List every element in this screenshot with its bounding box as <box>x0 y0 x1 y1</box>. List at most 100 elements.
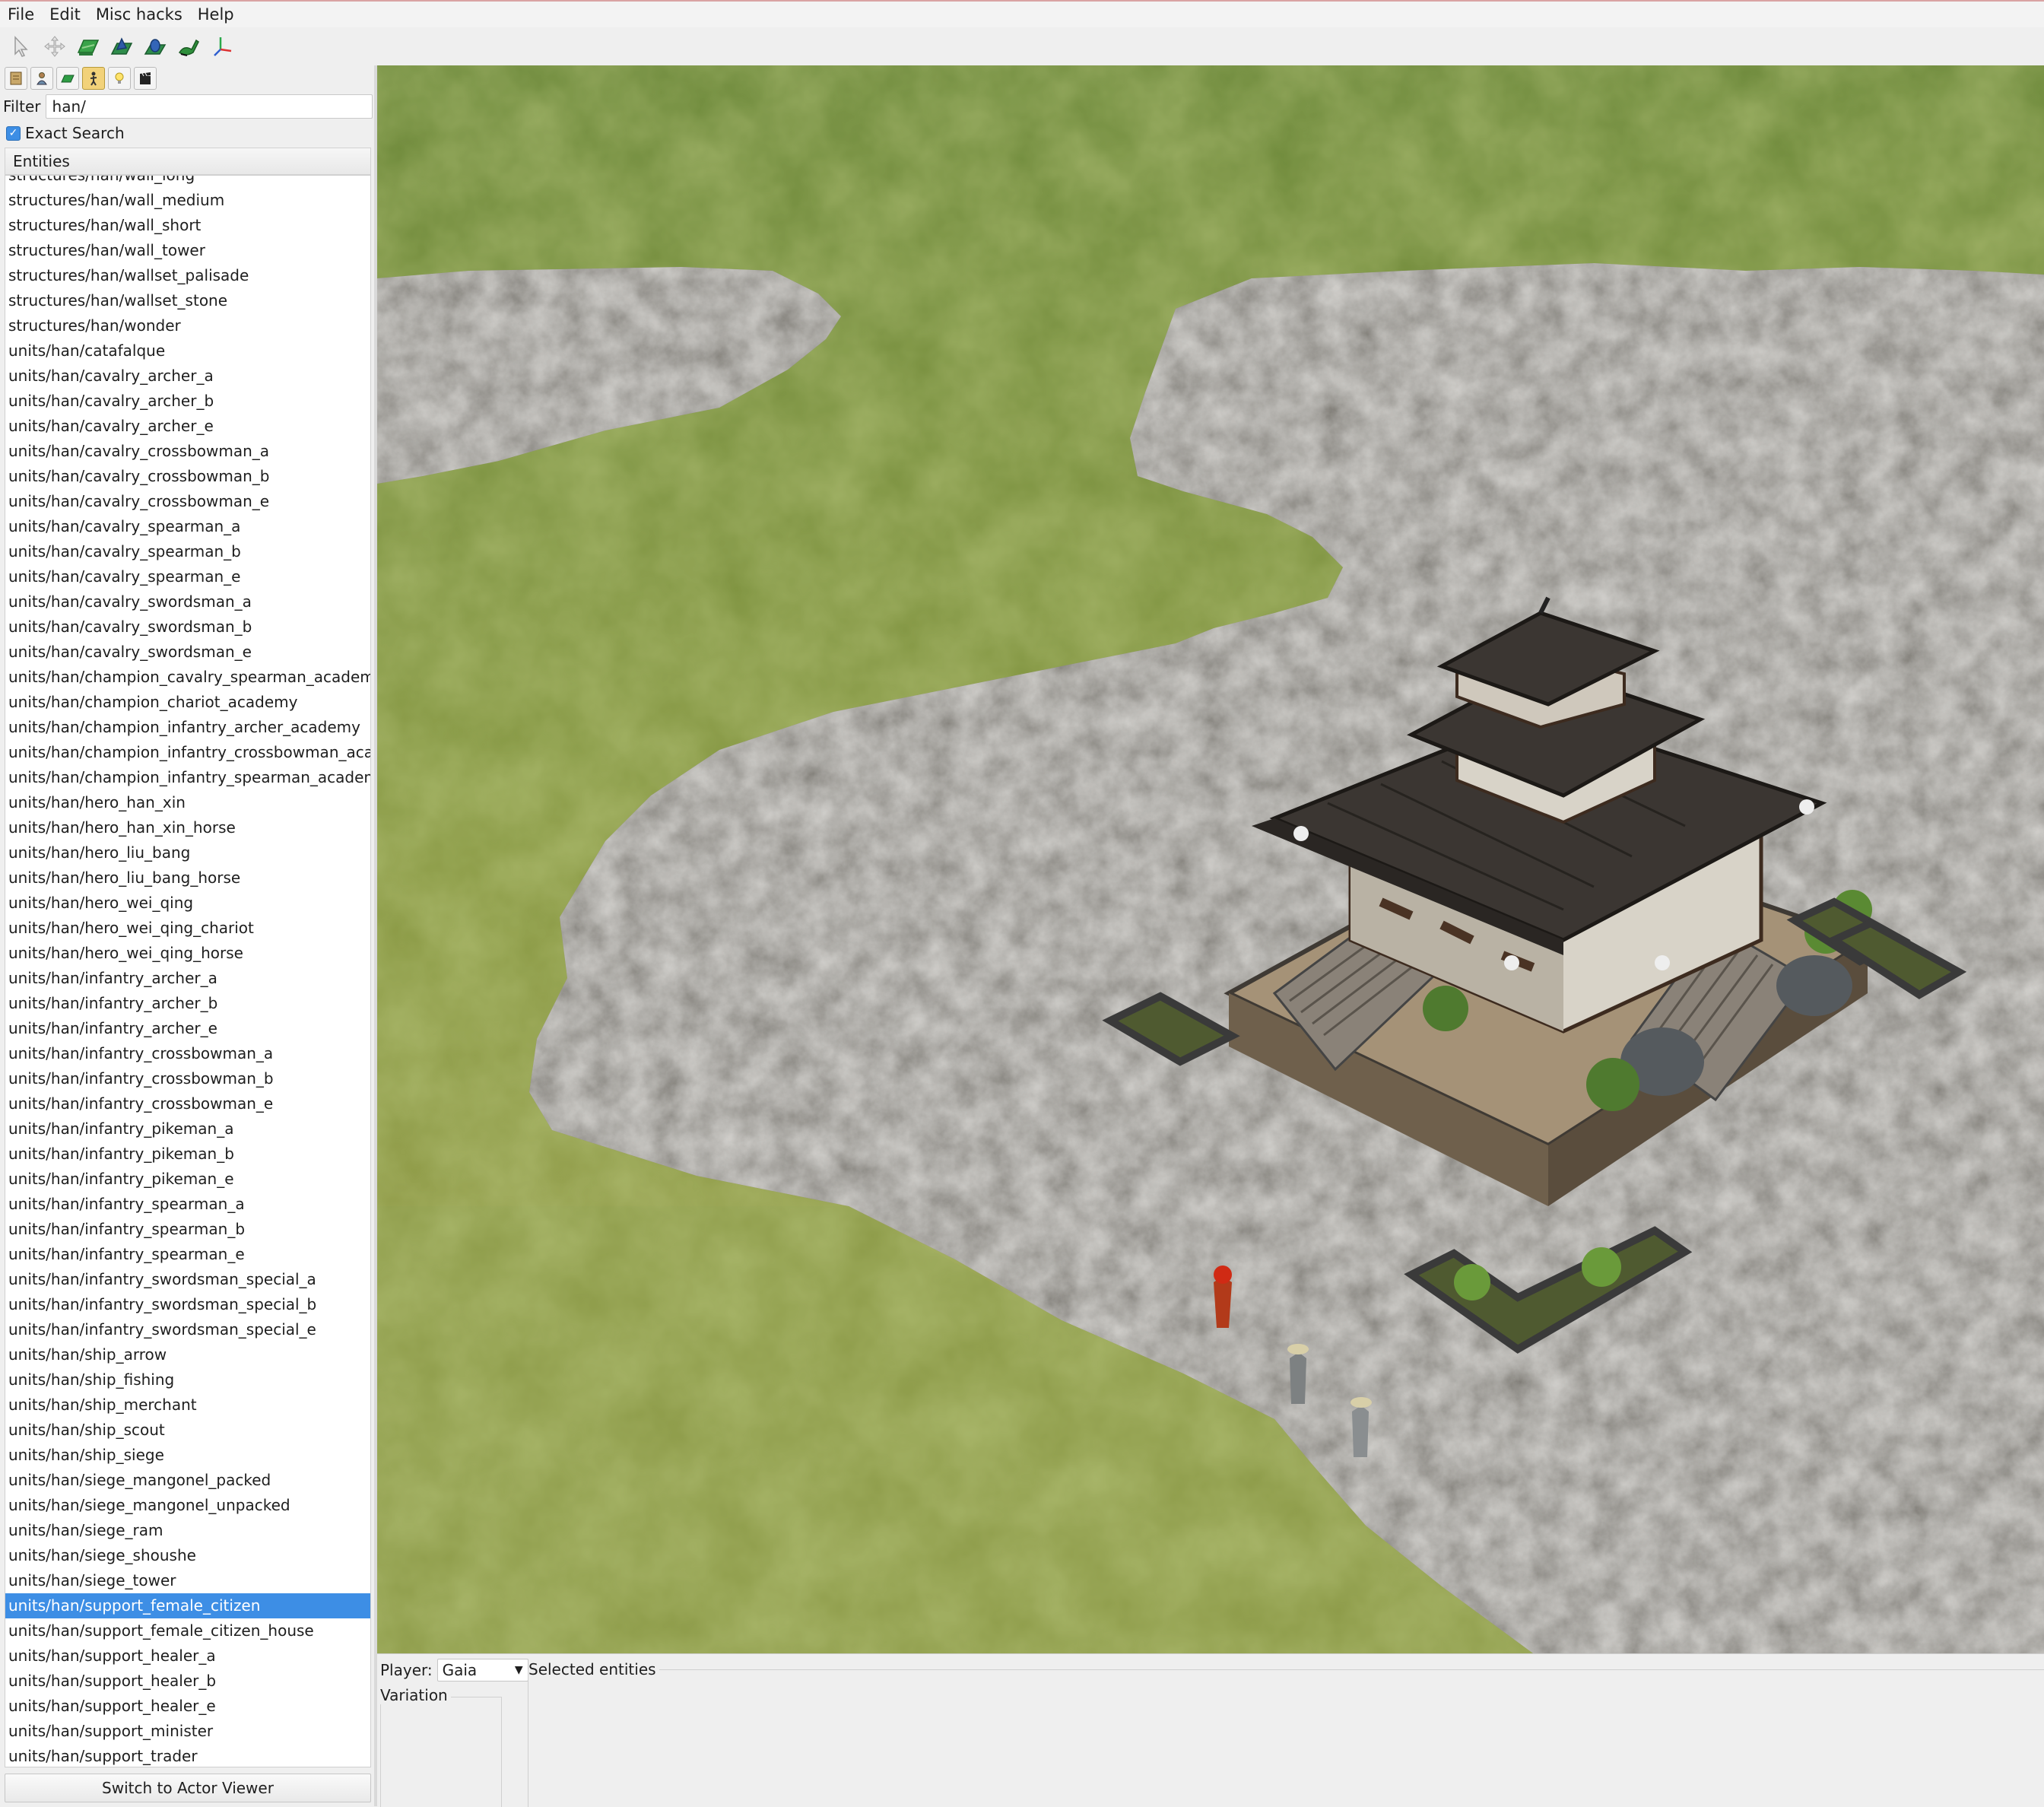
player-dropdown[interactable]: Gaia ▼ <box>436 1659 528 1682</box>
entity-list-item[interactable]: units/han/ship_fishing <box>5 1367 370 1393</box>
cinema-icon <box>140 72 151 84</box>
player-tab[interactable] <box>30 67 53 90</box>
entity-list-item[interactable]: structures/han/wall_tower <box>5 238 370 263</box>
entity-list-item[interactable]: units/han/ship_arrow <box>5 1342 370 1367</box>
entity-list-item[interactable]: units/han/cavalry_spearman_e <box>5 564 370 589</box>
entities-header[interactable]: Entities <box>5 148 371 175</box>
entity-list-item[interactable]: units/han/support_female_citizen <box>5 1593 370 1618</box>
object-tab[interactable] <box>82 67 105 90</box>
exact-search-label: Exact Search <box>25 124 125 142</box>
terrain-tab[interactable] <box>56 67 79 90</box>
entity-list-item[interactable]: units/han/ship_siege <box>5 1443 370 1468</box>
entity-list-item[interactable]: units/han/hero_wei_qing <box>5 891 370 916</box>
menu-misc-hacks[interactable]: Misc hacks <box>88 2 190 27</box>
axis-tool-button[interactable] <box>207 31 237 62</box>
entity-list-item[interactable]: units/han/infantry_spearman_b <box>5 1217 370 1242</box>
unit-grey-1[interactable] <box>1290 1352 1306 1404</box>
entity-list[interactable]: structures/han/wall_long structures/han/w… <box>5 175 371 1767</box>
entity-list-item[interactable]: units/han/champion_cavalry_spearman_acad… <box>5 665 370 690</box>
filter-input[interactable]: han/ <box>45 94 373 119</box>
switch-to-actor-viewer-button[interactable]: Switch to Actor Viewer <box>5 1774 371 1802</box>
unit-grey-2[interactable] <box>1352 1405 1369 1457</box>
select-icon <box>14 36 28 57</box>
entity-list-item[interactable]: units/han/ship_merchant <box>5 1393 370 1418</box>
cinema-tab[interactable] <box>134 67 157 90</box>
entity-list-item[interactable]: units/han/champion_infantry_archer_acade… <box>5 715 370 740</box>
entity-list-item[interactable]: units/han/siege_shoushe <box>5 1543 370 1568</box>
exact-search-checkbox[interactable]: ✓ <box>6 125 21 141</box>
entity-list-item[interactable]: structures/han/wallset_palisade <box>5 263 370 288</box>
entity-list-item[interactable]: units/han/hero_wei_qing_chariot <box>5 916 370 941</box>
entity-list-item[interactable]: units/han/infantry_crossbowman_a <box>5 1041 370 1066</box>
entity-list-item[interactable]: structures/han/wonder <box>5 313 370 338</box>
entity-list-item[interactable]: units/han/support_trader <box>5 1744 370 1767</box>
map-tab[interactable] <box>5 67 27 90</box>
entity-list-item[interactable]: units/han/cavalry_swordsman_a <box>5 589 370 615</box>
menu-file[interactable]: File <box>0 2 42 27</box>
entity-list-item[interactable]: units/han/infantry_archer_e <box>5 1016 370 1041</box>
entity-list-item[interactable]: units/han/support_healer_e <box>5 1694 370 1719</box>
bottom-panel: Player: Gaia ▼ Variation Selected entiti… <box>377 1653 2044 1807</box>
entity-list-item[interactable]: units/han/hero_han_xin_horse <box>5 815 370 840</box>
entity-list-item[interactable]: units/han/hero_liu_bang_horse <box>5 865 370 891</box>
entity-list-item[interactable]: structures/han/wall_long <box>5 176 370 188</box>
entity-list-item[interactable]: units/han/siege_mangonel_packed <box>5 1468 370 1493</box>
entity-list-item[interactable]: units/han/hero_han_xin <box>5 790 370 815</box>
terrain-tool-button[interactable] <box>73 31 103 62</box>
entity-list-item[interactable]: units/han/siege_ram <box>5 1518 370 1543</box>
entity-list-item[interactable]: units/han/support_healer_b <box>5 1669 370 1694</box>
entity-list-item[interactable]: units/han/champion_infantry_spearman_aca… <box>5 765 370 790</box>
entity-list-item[interactable]: units/han/cavalry_crossbowman_a <box>5 439 370 464</box>
environment-tab[interactable] <box>108 67 131 90</box>
smooth-tool-button[interactable] <box>140 31 170 62</box>
entity-list-item[interactable]: units/han/infantry_archer_b <box>5 991 370 1016</box>
entity-list-item[interactable]: units/han/cavalry_archer_a <box>5 364 370 389</box>
move-tool-button[interactable] <box>40 31 70 62</box>
entity-list-item[interactable]: units/han/infantry_pikeman_e <box>5 1167 370 1192</box>
entity-list-item[interactable]: units/han/siege_mangonel_unpacked <box>5 1493 370 1518</box>
variation-box <box>380 1697 502 1807</box>
entity-list-item[interactable]: units/han/infantry_crossbowman_b <box>5 1066 370 1091</box>
entity-list-item[interactable]: structures/han/wallset_stone <box>5 288 370 313</box>
elevation-tool-button[interactable] <box>106 31 137 62</box>
menu-edit[interactable]: Edit <box>42 2 88 27</box>
entity-list-item[interactable]: units/han/infantry_swordsman_special_e <box>5 1317 370 1342</box>
entity-list-item[interactable]: units/han/infantry_spearman_e <box>5 1242 370 1267</box>
scene-render <box>377 65 2044 1653</box>
menu-help[interactable]: Help <box>190 2 242 27</box>
entity-list-item[interactable]: units/han/hero_wei_qing_horse <box>5 941 370 966</box>
entity-list-item[interactable]: units/han/champion_infantry_crossbowman_… <box>5 740 370 765</box>
entity-list-item[interactable]: units/han/support_female_citizen_house <box>5 1618 370 1643</box>
entity-list-item[interactable]: units/han/support_healer_a <box>5 1643 370 1669</box>
entity-list-item[interactable]: structures/han/wall_short <box>5 213 370 238</box>
entity-list-item[interactable]: units/han/cavalry_swordsman_b <box>5 615 370 640</box>
entity-list-item[interactable]: units/han/support_minister <box>5 1719 370 1744</box>
entity-list-item[interactable]: units/han/cavalry_archer_b <box>5 389 370 414</box>
unit-red[interactable] <box>1214 1276 1232 1328</box>
entity-list-item[interactable]: units/han/infantry_pikeman_a <box>5 1116 370 1142</box>
paint-tool-button[interactable] <box>173 31 204 62</box>
smooth-icon <box>144 39 167 55</box>
entity-list-item[interactable]: units/han/cavalry_crossbowman_e <box>5 489 370 514</box>
entity-list-item[interactable]: units/han/infantry_spearman_a <box>5 1192 370 1217</box>
entity-list-item[interactable]: units/han/infantry_pikeman_b <box>5 1142 370 1167</box>
entity-list-item[interactable]: units/han/cavalry_spearman_a <box>5 514 370 539</box>
entity-list-item[interactable]: units/han/hero_liu_bang <box>5 840 370 865</box>
axis-icon <box>214 37 232 56</box>
entity-list-item[interactable]: units/han/champion_chariot_academy <box>5 690 370 715</box>
entity-list-item[interactable]: units/han/siege_tower <box>5 1568 370 1593</box>
entity-list-item[interactable]: units/han/infantry_swordsman_special_a <box>5 1267 370 1292</box>
select-tool-button[interactable] <box>6 31 36 62</box>
entity-list-item[interactable]: units/han/cavalry_crossbowman_b <box>5 464 370 489</box>
entity-list-item[interactable]: units/han/infantry_archer_a <box>5 966 370 991</box>
entity-list-item[interactable]: units/han/infantry_swordsman_special_b <box>5 1292 370 1317</box>
entity-list-item[interactable]: units/han/catafalque <box>5 338 370 364</box>
entity-list-item[interactable]: units/han/cavalry_spearman_b <box>5 539 370 564</box>
entity-list-item[interactable]: units/han/ship_scout <box>5 1418 370 1443</box>
entity-list-item[interactable]: units/han/cavalry_archer_e <box>5 414 370 439</box>
entity-list-item[interactable]: structures/han/wall_medium <box>5 188 370 213</box>
map-viewport[interactable] <box>377 65 2044 1653</box>
elevation-icon <box>110 37 133 55</box>
entity-list-item[interactable]: units/han/infantry_crossbowman_e <box>5 1091 370 1116</box>
entity-list-item[interactable]: units/han/cavalry_swordsman_e <box>5 640 370 665</box>
